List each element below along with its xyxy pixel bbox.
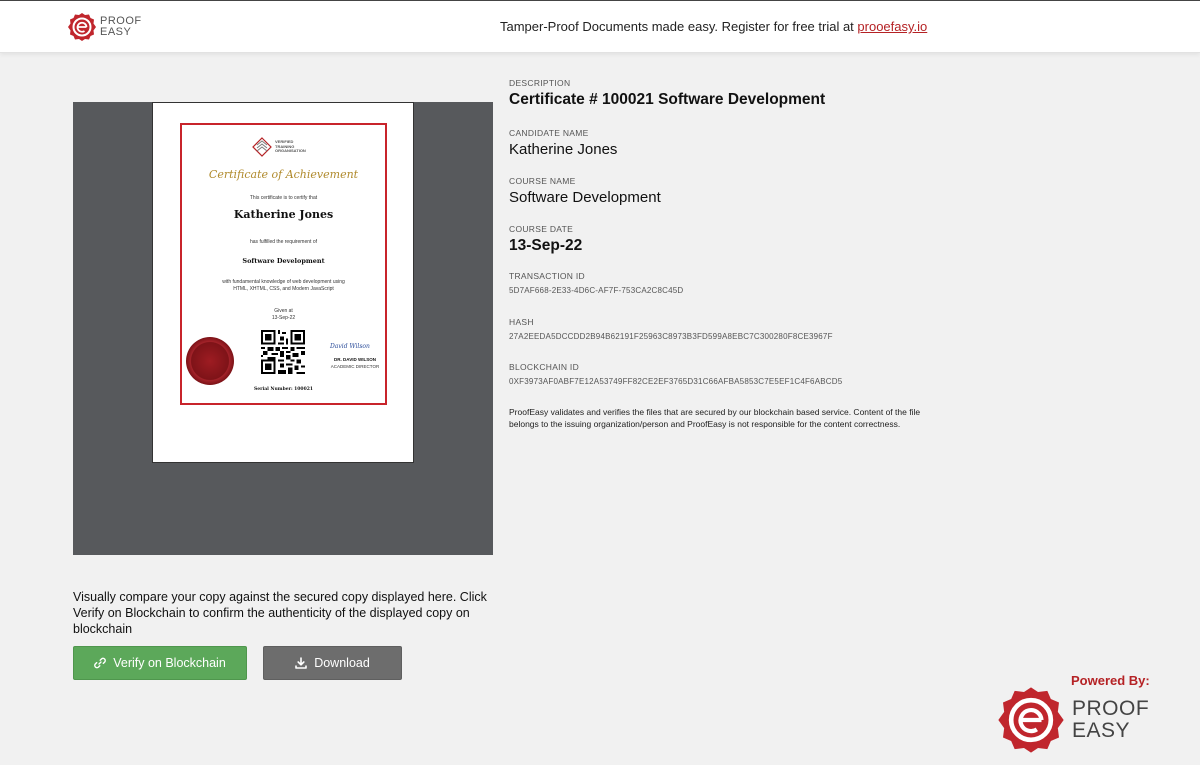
header-message-text: Tamper-Proof Documents made easy. Regist… (500, 19, 858, 34)
seal-icon (186, 337, 234, 385)
download-icon (295, 657, 308, 669)
org-line3: ORGANISATION (275, 148, 306, 154)
transaction-value: 5D7AF668-2E33-4D6C-AF7F-753CA2C8C45D (509, 286, 684, 295)
fulfilled-text: has fulfilled the requirement of (250, 239, 317, 245)
download-button[interactable]: Download (263, 646, 402, 680)
blockchain-value: 0XF3973AF0ABF7E12A53749FF82CE2EF3765D31C… (509, 377, 843, 386)
candidate-value: Katherine Jones (509, 141, 618, 158)
hash-label: HASH (509, 317, 534, 327)
signature: David Wilson (330, 343, 370, 350)
proofeasy-logo-icon (68, 13, 96, 41)
certificate-title: Certificate of Achievement (208, 168, 359, 181)
date-value: 13-Sep-22 (509, 237, 583, 254)
course-label: COURSE NAME (509, 176, 576, 186)
certificate-page: VERIFIED TRAINING ORGANISATION Certifica… (152, 102, 414, 463)
transaction-label: TRANSACTION ID (509, 271, 585, 281)
certificate-recipient: Katherine Jones (233, 208, 334, 221)
document-viewer[interactable]: VERIFIED TRAINING ORGANISATION Certifica… (73, 102, 493, 555)
verify-on-blockchain-button[interactable]: Verify on Blockchain (73, 646, 247, 680)
signer-name: DR. DAVID WILSON (334, 357, 376, 362)
compare-instructions: Visually compare your copy against the s… (73, 590, 487, 636)
signer-title: ACADEMIC DIRECTOR (330, 364, 380, 369)
certify-text: This certificate is to certify that (249, 195, 318, 201)
powered-by-logo[interactable]: PROOF EASY (996, 685, 1149, 755)
proofeasy-logo-icon (998, 687, 1064, 753)
candidate-label: CANDIDATE NAME (509, 128, 589, 138)
disclaimer-text: ProofEasy validates and verifies the fil… (509, 407, 921, 429)
serial-number: Serial Number: 100021 (254, 387, 313, 392)
register-link[interactable]: prooefasy.io (857, 19, 927, 34)
org-logo-icon (252, 137, 272, 157)
date-label: COURSE DATE (509, 224, 574, 234)
powered-logo-text: PROOF EASY (1072, 698, 1149, 742)
certificate-frame: VERIFIED TRAINING ORGANISATION Certifica… (180, 123, 387, 405)
transaction-block: TRANSACTION ID 5D7AF668-2E33-4D6C-AF7F-7… (509, 271, 683, 295)
verify-button-label: Verify on Blockchain (113, 656, 226, 670)
powered-line2: EASY (1072, 719, 1131, 742)
certificate-course: Software Development (242, 257, 325, 265)
course-block: COURSE NAME Software Development (509, 176, 661, 206)
certificate-date: 13-Sep-22 (271, 315, 296, 321)
top-header: PROOF EASY Tamper-Proof Documents made e… (0, 0, 1200, 53)
org-logo: VERIFIED TRAINING ORGANISATION (252, 137, 306, 157)
knowledge-line1: with fundamental knowledge of web develo… (222, 279, 345, 285)
description-block: DESCRIPTION Certificate # 100021 Softwar… (509, 78, 825, 109)
knowledge-line2: HTML, XHTML, CSS, and Modern JavaScript (233, 286, 334, 292)
hash-value: 27A2EEDA5DCCDD2B94B62191F25963C8973B3FD5… (509, 332, 833, 341)
hash-block: HASH 27A2EEDA5DCCDD2B94B62191F25963C8973… (509, 317, 833, 341)
proofeasy-logo[interactable]: PROOF EASY (67, 11, 142, 43)
powered-line1: PROOF (1072, 697, 1150, 720)
course-value: Software Development (509, 189, 661, 206)
logo-text: PROOF EASY (100, 16, 142, 38)
org-name: VERIFIED TRAINING ORGANISATION (275, 140, 306, 154)
header-message: Tamper-Proof Documents made easy. Regist… (500, 19, 927, 34)
link-icon (94, 657, 107, 669)
candidate-block: CANDIDATE NAME Katherine Jones (509, 128, 617, 158)
qr-code-icon (261, 330, 305, 374)
download-button-label: Download (314, 656, 370, 670)
logo-line2: EASY (100, 26, 132, 38)
blockchain-label: BLOCKCHAIN ID (509, 362, 580, 372)
description-label: DESCRIPTION (509, 78, 571, 88)
blockchain-block: BLOCKCHAIN ID 0XF3973AF0ABF7E12A53749FF8… (509, 362, 842, 386)
description-value: Certificate # 100021 Software Developmen… (509, 91, 826, 108)
date-block: COURSE DATE 13-Sep-22 (509, 224, 582, 255)
given-at: Given at (274, 308, 293, 314)
